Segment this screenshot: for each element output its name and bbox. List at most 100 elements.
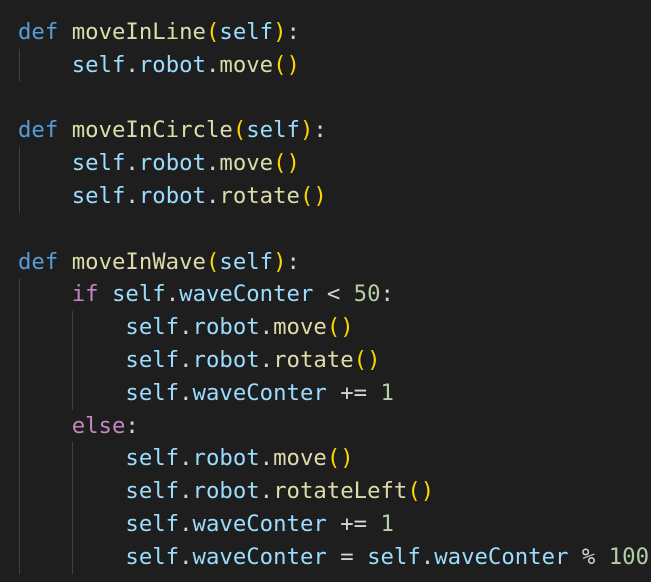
code-token: += — [326, 379, 381, 406]
code-line[interactable]: self.waveConter += 1 — [18, 377, 394, 410]
code-line[interactable]: else: — [18, 410, 139, 443]
code-token: waveConter — [434, 543, 569, 570]
code-line[interactable]: self.robot.move() — [18, 442, 354, 475]
code-token: robot — [138, 51, 206, 78]
code-token: . — [125, 150, 139, 177]
code-token: . — [179, 543, 193, 570]
code-token: : — [380, 281, 394, 308]
code-token: : — [286, 19, 300, 45]
code-token: () — [273, 150, 300, 177]
code-token: ) — [273, 19, 287, 45]
code-token: self — [71, 183, 126, 209]
code-token: : — [313, 117, 327, 144]
code-token: waveConter — [192, 379, 327, 406]
code-token: def — [18, 248, 59, 275]
code-token: 1 — [380, 379, 394, 406]
code-token: . — [259, 445, 274, 472]
code-token: () — [353, 347, 381, 373]
code-token: () — [407, 478, 435, 505]
code-token: . — [259, 347, 274, 373]
code-token: moveInCircle — [71, 117, 233, 144]
code-token: < — [313, 281, 354, 308]
code-token: ( — [232, 117, 247, 144]
code-editor[interactable]: def moveInLine(self): self.robot.move() d… — [0, 0, 651, 582]
code-token: self — [219, 19, 274, 45]
code-token: def — [18, 19, 59, 45]
code-token: : — [286, 248, 300, 275]
code-line[interactable]: self.robot.move() — [18, 147, 300, 180]
code-line[interactable]: self.robot.rotate() — [18, 344, 381, 377]
code-token: self — [125, 543, 180, 570]
code-line[interactable]: def moveInLine(self): — [18, 16, 300, 49]
code-token: . — [259, 314, 274, 341]
code-token: waveConter — [179, 281, 314, 308]
code-line[interactable]: def moveInWave(self): — [18, 246, 300, 279]
code-token: self — [125, 511, 180, 537]
code-line[interactable]: self.robot.rotateLeft() — [18, 475, 434, 508]
code-token: moveInWave — [71, 248, 206, 275]
code-token: move — [273, 445, 327, 472]
code-token: move — [219, 150, 274, 177]
code-token: . — [205, 150, 220, 177]
code-token: 100 — [608, 543, 650, 570]
code-token: . — [125, 51, 139, 78]
code-token: . — [179, 379, 193, 406]
code-token: self — [125, 347, 180, 373]
code-token: . — [179, 314, 193, 341]
code-token: 1 — [380, 511, 394, 537]
code-line[interactable]: self.robot.move() — [18, 311, 354, 344]
code-line[interactable]: self.robot.move() — [18, 49, 300, 82]
code-token: ) — [273, 248, 287, 275]
code-token: robot — [138, 150, 206, 177]
code-token: () — [326, 445, 354, 472]
code-token: robot — [192, 445, 260, 472]
code-token: rotate — [273, 347, 354, 373]
code-token: if — [71, 281, 99, 308]
code-token: = — [326, 543, 368, 570]
code-token: () — [299, 183, 327, 209]
code-line[interactable]: def moveInCircle(self): — [18, 114, 327, 147]
code-token: self — [112, 281, 166, 308]
code-token: robot — [192, 347, 260, 373]
code-token: . — [165, 281, 180, 308]
code-token: waveConter — [192, 543, 327, 570]
code-token: % — [568, 543, 609, 570]
code-line[interactable]: self.waveConter = self.waveConter % 100 — [18, 541, 649, 574]
code-token: () — [326, 314, 354, 341]
code-token: . — [205, 51, 220, 78]
code-token: self — [219, 248, 274, 275]
code-token: robot — [138, 183, 206, 209]
code-token: . — [179, 478, 193, 505]
code-token: . — [259, 478, 274, 505]
code-token: self — [71, 150, 126, 177]
code-token: ( — [205, 19, 220, 45]
code-token: self — [367, 543, 421, 570]
code-line[interactable]: self.robot.rotate() — [18, 180, 327, 213]
code-token: ( — [205, 248, 220, 275]
code-token: robot — [192, 478, 260, 505]
code-token: def — [18, 117, 59, 144]
code-token: waveConter — [192, 511, 327, 537]
code-token: () — [273, 51, 300, 78]
code-token: moveInLine — [71, 19, 206, 45]
code-token: . — [179, 347, 193, 373]
code-line[interactable]: self.waveConter += 1 — [18, 508, 394, 541]
code-token: : — [125, 412, 139, 439]
code-token: self — [125, 478, 180, 505]
code-line[interactable]: if self.waveConter < 50: — [18, 278, 394, 311]
code-token: robot — [192, 314, 260, 341]
code-token: self — [125, 445, 180, 472]
